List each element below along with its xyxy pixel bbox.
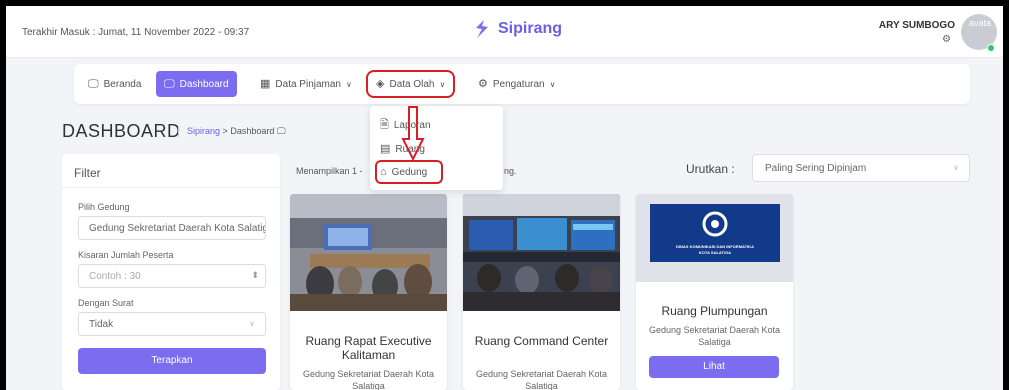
nav-data-olah[interactable]: ◈ Data Olah ∨ bbox=[366, 70, 456, 98]
brand[interactable]: Sipirang bbox=[474, 20, 562, 38]
logo-text-line2: KOTA SALATIGA bbox=[698, 250, 732, 255]
sort-value: Paling Sering Dipinjam bbox=[765, 163, 867, 174]
chevron-down-icon: ∨ bbox=[249, 319, 255, 328]
page-title: DASHBOARD bbox=[62, 121, 181, 141]
breadcrumb: Sipirang > Dashboard 🖵 bbox=[178, 126, 286, 137]
data-olah-dropdown: 🗎 Laporan ▤ Ruang ⌂ Gedung bbox=[370, 106, 503, 190]
brand-name: Sipirang bbox=[498, 20, 563, 37]
stepper-icon[interactable]: ⬍ bbox=[251, 270, 259, 281]
nav-label: Data Pinjaman bbox=[275, 78, 341, 90]
menu-item-gedung[interactable]: ⌂ Gedung bbox=[380, 166, 428, 179]
filter-panel: Filter Pilih Gedung Gedung Sekretariat D… bbox=[62, 154, 280, 390]
grid-icon: ▤ bbox=[380, 143, 391, 155]
layers-icon: ◈ bbox=[376, 77, 385, 90]
room-photo bbox=[463, 194, 620, 311]
peserta-placeholder: Contoh : 30 bbox=[89, 271, 141, 282]
room-title: Ruang Rapat Executive Kalitaman bbox=[305, 334, 432, 362]
breadcrumb-current: Dashboard bbox=[230, 126, 275, 136]
nav-label: Beranda bbox=[103, 78, 142, 90]
gedung-label: Pilih Gedung bbox=[78, 202, 130, 212]
sort-select[interactable]: Paling Sering Dipinjam ∨ bbox=[752, 154, 970, 182]
room-building: Gedung Sekretariat Daerah Kota Salatiga bbox=[302, 369, 435, 390]
user-settings-icon[interactable]: ⚙ bbox=[942, 34, 951, 45]
top-bar: Terakhir Masuk : Jumat, 11 November 2022… bbox=[6, 6, 1003, 58]
result-count-tail: ng. bbox=[504, 166, 517, 176]
online-status-dot bbox=[987, 44, 995, 52]
nav-beranda[interactable]: 🖵 Beranda bbox=[80, 71, 149, 97]
chevron-down-icon: ∨ bbox=[953, 163, 959, 172]
breadcrumb-separator: > bbox=[222, 126, 228, 136]
annotation-arrow-icon bbox=[401, 106, 425, 161]
last-login-text: Terakhir Masuk : Jumat, 11 November 2022… bbox=[22, 27, 250, 38]
home-icon: ⌂ bbox=[380, 166, 387, 178]
nav-dashboard[interactable]: 🖵 Dashboard bbox=[156, 71, 237, 97]
room-building: Gedung Sekretariat Daerah Kota Salatiga bbox=[475, 369, 608, 390]
nav-label: Data Olah bbox=[389, 78, 435, 90]
calendar-icon: ▦ bbox=[260, 77, 271, 90]
breadcrumb-root[interactable]: Sipirang bbox=[187, 126, 220, 136]
view-room-button[interactable]: Lihat bbox=[649, 356, 779, 378]
monitor-icon: 🖵 bbox=[276, 126, 286, 136]
menu-item-label: Gedung bbox=[391, 167, 428, 178]
room-card[interactable]: DINAS KOMUNIKASI DAN INFORMATIKA KOTA SA… bbox=[636, 194, 793, 390]
surat-select[interactable]: Tidak ∨ bbox=[78, 312, 266, 336]
nav-label: Dashboard bbox=[179, 78, 229, 90]
surat-label: Dengan Surat bbox=[78, 298, 134, 308]
nav-label: Pengaturan bbox=[492, 78, 545, 90]
monitor-icon: 🖵 bbox=[88, 77, 99, 90]
gedung-input[interactable]: Gedung Sekretariat Daerah Kota Salatiga bbox=[78, 216, 266, 240]
user-name[interactable]: ARY SUMBOGO bbox=[879, 20, 955, 31]
monitor-icon: 🖵 bbox=[164, 77, 175, 90]
peserta-label: Kisaran Jumlah Peserta bbox=[78, 250, 174, 260]
room-photo bbox=[290, 194, 447, 311]
main-nav: 🖵 Beranda 🖵 Dashboard ▦ Data Pinjaman ∨ … bbox=[74, 64, 970, 104]
room-photo: DINAS KOMUNIKASI DAN INFORMATIKA KOTA SA… bbox=[636, 194, 793, 282]
app-window: Terakhir Masuk : Jumat, 11 November 2022… bbox=[6, 6, 1003, 390]
nav-pengaturan[interactable]: ⚙ Pengaturan ∨ bbox=[470, 71, 563, 97]
sort-label: Urutkan : bbox=[686, 162, 735, 176]
peserta-input[interactable]: Contoh : 30 ⬍ bbox=[78, 264, 266, 288]
chevron-down-icon: ∨ bbox=[346, 79, 352, 89]
room-title: Ruang Command Center bbox=[474, 334, 609, 348]
chevron-down-icon: ∨ bbox=[549, 79, 556, 89]
apply-filter-button[interactable]: Terapkan bbox=[78, 348, 266, 374]
surat-value: Tidak bbox=[89, 319, 114, 330]
room-title: Ruang Plumpungan bbox=[661, 304, 768, 318]
sipirang-logo-icon bbox=[476, 20, 488, 38]
room-card[interactable]: Ruang Command Center Gedung Sekretariat … bbox=[463, 194, 620, 390]
room-building: Gedung Sekretariat Daerah Kota Salatiga bbox=[648, 325, 781, 347]
filter-title: Filter bbox=[62, 154, 280, 188]
chevron-down-icon: ∨ bbox=[439, 79, 446, 89]
gear-icon: ⚙ bbox=[478, 77, 488, 90]
avatar-alt-text: avata bbox=[969, 18, 992, 28]
file-icon: 🗎 bbox=[380, 119, 389, 131]
room-card[interactable]: Ruang Rapat Executive Kalitaman Gedung S… bbox=[290, 194, 447, 390]
nav-data-pinjaman[interactable]: ▦ Data Pinjaman ∨ bbox=[252, 71, 360, 97]
result-count-text: Menampilkan 1 - bbox=[296, 166, 363, 176]
